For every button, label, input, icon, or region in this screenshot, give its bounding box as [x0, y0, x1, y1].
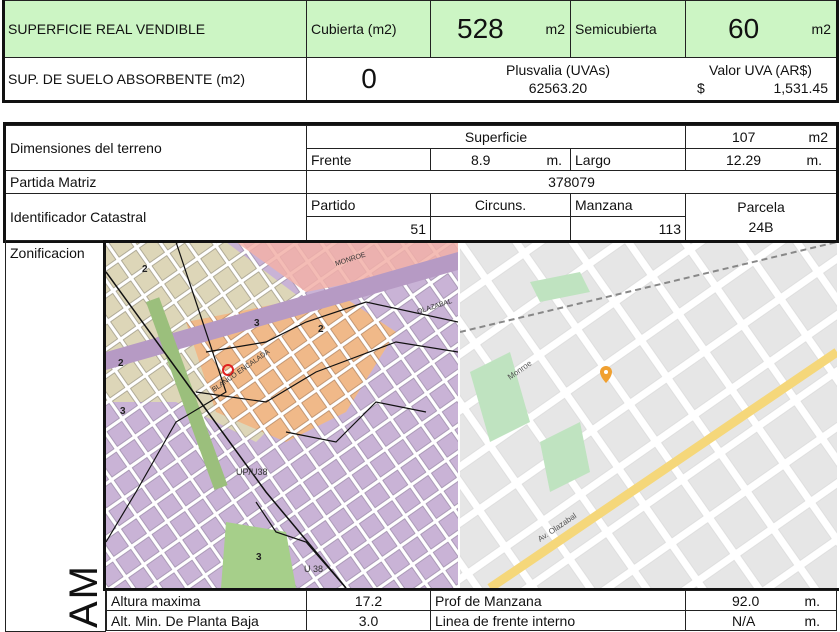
superficie-cell: 107 m2: [685, 125, 837, 149]
map-label: 3: [120, 406, 126, 417]
prof-label: Prof de Manzana: [430, 590, 686, 611]
map-label: 2: [118, 358, 124, 369]
side-text: AM: [62, 564, 106, 628]
largo-label: Largo: [570, 148, 686, 171]
street-map: Monroe Av. Olazabal: [460, 242, 837, 588]
partida-value: 378079: [306, 170, 837, 194]
linea-cell: N/A m.: [685, 610, 837, 631]
largo-cell: 12.29 m.: [685, 148, 837, 171]
superficie-value: 107: [732, 129, 756, 145]
parcela-cell: Parcela 24B: [685, 193, 837, 241]
zonificacion-label: Zonificacion: [10, 245, 85, 261]
semicubierta-label: Semicubierta: [570, 0, 686, 58]
map-label: UP/U38: [236, 467, 268, 477]
partido-label: Partido: [306, 193, 431, 217]
partida-label: Partida Matriz: [5, 170, 307, 194]
frente-value: 8.9: [471, 151, 491, 168]
partido-value: 51: [306, 216, 431, 241]
uva-currency: $: [697, 80, 705, 96]
superficie-unit: m2: [808, 129, 828, 145]
circuns-value: [430, 216, 571, 241]
cubierta-value: 528: [457, 13, 504, 44]
cubierta-label: Cubierta (m2): [306, 0, 431, 58]
cubierta-unit: m2: [545, 21, 565, 37]
suelo-value: 0: [306, 57, 431, 101]
plusvalia-label: Plusvalia (UVAs): [506, 62, 610, 78]
zoning-map: 2 3 2 2 3 3 MONROE OLAZABAL BLANCO ENCAL…: [106, 242, 458, 588]
cubierta-cell: 528 m2: [430, 0, 571, 58]
superficie-header: Superficie: [306, 125, 686, 149]
map-label: U 38: [304, 564, 323, 574]
frente-unit: m.: [546, 151, 562, 168]
prof-unit: m.: [804, 592, 820, 609]
linea-value: N/A: [732, 612, 756, 629]
altmin-label: Alt. Min. De Planta Baja: [106, 610, 307, 631]
largo-unit: m.: [806, 151, 822, 168]
linea-label: Linea de frente interno: [430, 610, 686, 631]
dimensiones-label: Dimensiones del terreno: [5, 125, 307, 171]
map-label: 2: [142, 264, 148, 275]
manzana-value: 113: [570, 216, 686, 241]
catastral-label: Identificador Catastral: [5, 193, 307, 241]
prof-cell: 92.0 m.: [685, 590, 837, 611]
uva-cell: Valor UVA (AR$) $ 1,531.45: [685, 57, 837, 101]
prof-value: 92.0: [732, 592, 760, 609]
largo-value: 12.29: [726, 151, 762, 168]
parcela-value: 24B: [748, 219, 774, 235]
superficie-label: SUPERFICIE REAL VENDIBLE: [3, 0, 307, 58]
manzana-label: Manzana: [570, 193, 686, 217]
semicubierta-unit: m2: [811, 21, 831, 37]
altura-value: 17.2: [306, 590, 431, 611]
semicubierta-cell: 60 m2: [685, 0, 837, 58]
parcela-label: Parcela: [737, 199, 785, 215]
circuns-label: Circuns.: [430, 193, 571, 217]
plusvalia-value: 62563.20: [528, 80, 588, 96]
plusvalia-cell: Plusvalia (UVAs) 62563.20: [430, 57, 686, 101]
map-label: 2: [318, 324, 324, 335]
altmin-value: 3.0: [306, 610, 431, 631]
altura-label: Altura maxima: [106, 590, 307, 611]
map-label: 3: [256, 552, 262, 563]
semicubierta-value: 60: [728, 13, 760, 44]
frente-cell: 8.9 m.: [430, 148, 571, 171]
suelo-label: SUP. DE SUELO ABSORBENTE (m2): [3, 57, 307, 101]
uva-value: 1,531.45: [773, 80, 829, 96]
map-label: 3: [254, 318, 260, 329]
linea-unit: m.: [804, 612, 820, 629]
frente-label: Frente: [306, 148, 431, 171]
uva-label: Valor UVA (AR$): [709, 62, 812, 78]
